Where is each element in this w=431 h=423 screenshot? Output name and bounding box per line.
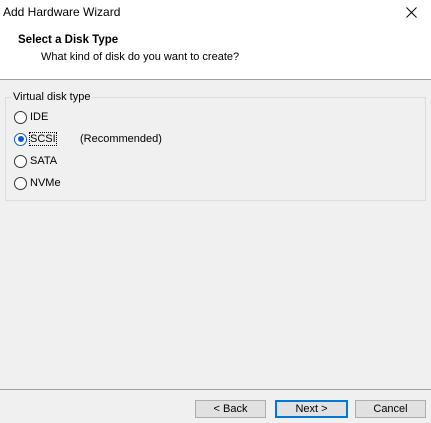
window-title: Add Hardware Wizard xyxy=(3,5,121,19)
radio-sata-button[interactable] xyxy=(14,154,27,168)
radio-ide-label: IDE xyxy=(30,111,49,123)
radio-sata[interactable]: SATA xyxy=(14,153,57,169)
radio-scsi-button[interactable] xyxy=(14,132,27,146)
radio-nvme[interactable]: NVMe xyxy=(14,175,61,191)
footer-divider xyxy=(0,389,431,390)
title-bar: Add Hardware Wizard xyxy=(0,0,431,24)
groupbox-label: Virtual disk type xyxy=(11,91,93,103)
close-icon xyxy=(405,6,417,18)
radio-ide[interactable]: IDE xyxy=(14,109,48,125)
disk-type-groupbox xyxy=(5,97,426,201)
radio-scsi[interactable]: SCSI xyxy=(14,131,57,147)
page-subtitle: What kind of disk do you want to create? xyxy=(41,51,240,63)
back-button[interactable]: < Back xyxy=(195,400,266,418)
radio-nvme-button[interactable] xyxy=(14,176,27,190)
cancel-button[interactable]: Cancel xyxy=(355,400,426,418)
radio-scsi-label: SCSI xyxy=(29,132,57,146)
radio-ide-button[interactable] xyxy=(14,110,27,124)
next-button[interactable]: Next > xyxy=(275,400,348,418)
recommended-note: (Recommended) xyxy=(80,133,162,145)
close-button[interactable] xyxy=(391,0,431,24)
radio-nvme-label: NVMe xyxy=(30,177,61,189)
page-title: Select a Disk Type xyxy=(18,34,119,46)
wizard-header: Select a Disk Type What kind of disk do … xyxy=(0,24,431,80)
radio-sata-label: SATA xyxy=(30,155,58,167)
